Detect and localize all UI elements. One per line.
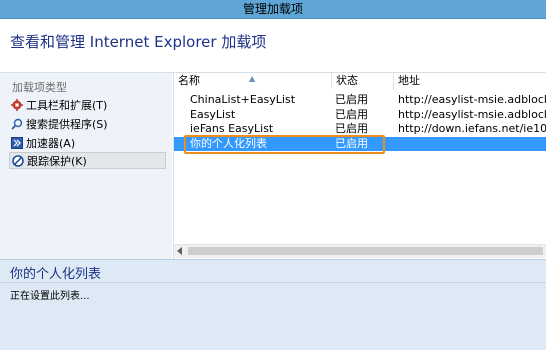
list-item-status: 已启用 bbox=[335, 93, 368, 106]
details-pane: 你的个人化列表 正在设置此列表... bbox=[0, 259, 546, 350]
page-header: 查看和管理 Internet Explorer 加载项 bbox=[0, 19, 546, 72]
sidebar-heading: 加载项类型 bbox=[12, 81, 67, 94]
details-divider bbox=[0, 282, 546, 283]
details-title: 你的个人化列表 bbox=[10, 267, 102, 282]
addon-type-sidebar: 加载项类型 工具栏和扩展(T) 搜索提供程序(S) 加速器(A) 跟踪保护(K) bbox=[0, 73, 172, 259]
list-item-name: ieFans EasyList bbox=[190, 122, 274, 135]
list-item-address: http://down.iefans.net/ie10.tpl bbox=[398, 122, 546, 135]
page-title: 查看和管理 Internet Explorer 加载项 bbox=[10, 33, 267, 51]
list-item[interactable]: ieFans EasyList 已启用 http://down.iefans.n… bbox=[174, 122, 546, 136]
scroll-thumb[interactable] bbox=[188, 247, 543, 255]
sidebar-item-toolbars[interactable]: 工具栏和扩展(T) bbox=[9, 96, 166, 113]
column-header-status[interactable]: 状态 bbox=[332, 73, 394, 89]
details-status-text: 正在设置此列表... bbox=[10, 291, 90, 302]
horizontal-scrollbar[interactable] bbox=[174, 244, 546, 258]
sort-ascending-icon: ▲ bbox=[249, 74, 256, 83]
sidebar-item-label: 搜索提供程序(S) bbox=[26, 117, 108, 131]
sidebar-item-accelerators[interactable]: 加速器(A) bbox=[9, 134, 166, 151]
list-item-status: 已启用 bbox=[335, 122, 368, 135]
scroll-left-arrow-icon[interactable] bbox=[177, 247, 182, 255]
sidebar-item-tracking-protection[interactable]: 跟踪保护(K) bbox=[9, 152, 166, 169]
sidebar-item-label: 加速器(A) bbox=[26, 136, 76, 150]
list-item-address: http://easylist-msie.adblockplus.o bbox=[398, 108, 546, 121]
column-header-name[interactable]: 名称 ▲ bbox=[174, 73, 332, 89]
list-item[interactable]: ChinaList+EasyList 已启用 http://easylist-m… bbox=[174, 93, 546, 107]
sidebar-item-label: 跟踪保护(K) bbox=[27, 154, 87, 168]
orange-highlight-box bbox=[184, 135, 385, 154]
tracking-protection-icon bbox=[12, 154, 24, 167]
list-item-name: EasyList bbox=[190, 108, 236, 121]
addon-list-panel: 名称 ▲ 状态 地址 ChinaList+EasyList 已启用 http:/… bbox=[173, 73, 546, 259]
column-header-address[interactable]: 地址 bbox=[394, 73, 546, 89]
accelerator-icon bbox=[11, 136, 23, 149]
list-item-status: 已启用 bbox=[335, 108, 368, 121]
gear-icon bbox=[11, 98, 23, 111]
search-icon bbox=[11, 118, 23, 130]
list-item-name: ChinaList+EasyList bbox=[190, 93, 296, 106]
sidebar-item-label: 工具栏和扩展(T) bbox=[26, 98, 108, 112]
window-titlebar: 管理加载项 bbox=[0, 0, 546, 19]
window-title: 管理加载项 bbox=[242, 2, 303, 16]
list-item[interactable]: EasyList 已启用 http://easylist-msie.adbloc… bbox=[174, 108, 546, 122]
sidebar-item-search-providers[interactable]: 搜索提供程序(S) bbox=[9, 115, 166, 132]
list-item-address: http://easylist-msie.adblockplus.o bbox=[398, 93, 546, 106]
